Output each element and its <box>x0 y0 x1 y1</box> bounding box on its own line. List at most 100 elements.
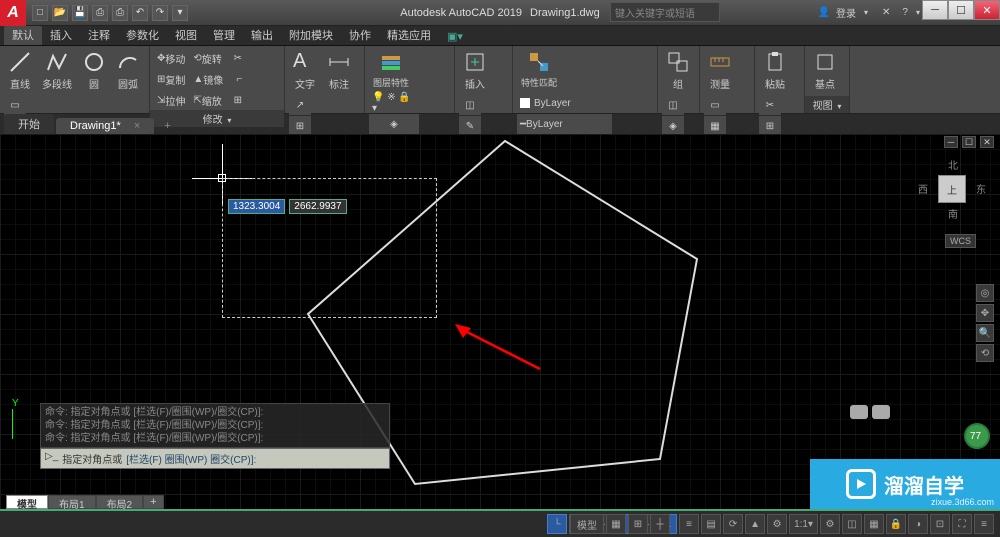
cut-icon[interactable]: ✂ <box>759 95 781 115</box>
sb-infer-icon[interactable]: ┼ <box>650 514 670 534</box>
move-button[interactable]: ✥ 移动 <box>154 48 188 68</box>
fillet-button[interactable]: ⌐ <box>228 69 250 89</box>
layout-add-icon[interactable]: + <box>143 495 163 509</box>
arc-button[interactable]: 圆弧 <box>112 48 144 93</box>
sb-custom-icon[interactable]: ≡ <box>974 514 994 534</box>
sb-qp-icon[interactable]: ▦ <box>864 514 884 534</box>
minimize-button[interactable]: ─ <box>922 0 948 20</box>
tab-addins[interactable]: 附加模块 <box>281 25 341 45</box>
viewcube-e[interactable]: 东 <box>976 181 986 196</box>
tab-parametric[interactable]: 参数化 <box>118 25 167 45</box>
groupedit-icon[interactable]: ◈ <box>662 116 684 136</box>
tab-output[interactable]: 输出 <box>243 25 281 45</box>
sb-lock-icon[interactable]: 🔒 <box>886 514 906 534</box>
sb-clean-icon[interactable]: ⛶ <box>952 514 972 534</box>
sb-units-icon[interactable]: ◫ <box>842 514 862 534</box>
qat-saveas-icon[interactable]: ⎙ <box>92 5 108 21</box>
layer-dd1[interactable]: 💡 ※ 🔒 ▾ <box>369 93 419 113</box>
tab-annotate[interactable]: 注释 <box>80 25 118 45</box>
qat-undo-icon[interactable]: ↶ <box>132 5 148 21</box>
edit-block-icon[interactable]: ✎ <box>459 116 481 136</box>
lw-dd[interactable]: ━ ByLayer <box>517 114 612 134</box>
tab-drawing1[interactable]: Drawing1* × <box>56 118 154 134</box>
copy-button[interactable]: ⊞ 复制 <box>154 69 188 89</box>
stretch-button[interactable]: ⇲ 拉伸 <box>154 90 188 110</box>
insert-button[interactable]: 插入 <box>459 48 491 93</box>
exchange-icon[interactable]: ✕ <box>882 7 890 18</box>
color-dd[interactable]: ByLayer <box>517 93 612 113</box>
layer-iso-icon[interactable]: ◈ <box>369 114 419 134</box>
sb-annoscale-icon[interactable]: 1:1▾ <box>789 514 818 534</box>
rotate-button[interactable]: ⟲ 旋转 <box>190 48 224 68</box>
viewcube-s[interactable]: 南 <box>948 206 958 221</box>
tab-insert[interactable]: 插入 <box>42 25 80 45</box>
help-icon[interactable]: ? <box>902 7 908 18</box>
qat-save-icon[interactable]: 💾 <box>72 5 88 21</box>
line-button[interactable]: 直线 <box>4 48 36 93</box>
ungroup-icon[interactable]: ◫ <box>662 95 684 115</box>
wcs-badge[interactable]: WCS <box>945 234 976 248</box>
tab-view[interactable]: 视图 <box>167 25 205 45</box>
tab-manage[interactable]: 管理 <box>205 25 243 45</box>
search-input[interactable]: 键入关键字或短语 <box>610 2 720 22</box>
polyline-button[interactable]: 多段线 <box>38 48 76 93</box>
sb-annomon-icon[interactable]: ▲ <box>745 514 765 534</box>
text-button[interactable]: A文字 <box>289 48 321 93</box>
dim-button[interactable]: 标注 <box>323 48 355 93</box>
sb-annoauto-icon[interactable]: ⚙ <box>767 514 787 534</box>
group-button[interactable]: 组 <box>662 48 694 93</box>
tab-start[interactable]: 开始 <box>4 114 54 134</box>
nav-zoom-icon[interactable]: 🔍 <box>976 324 994 342</box>
sb-model-button[interactable]: 模型 <box>570 514 604 534</box>
viewcube-w[interactable]: 西 <box>918 181 928 196</box>
viewcube-n[interactable]: 北 <box>948 157 958 172</box>
trim-button[interactable]: ✂ <box>227 48 249 68</box>
matchprops-button[interactable]: 特性匹配 <box>517 48 561 91</box>
command-input[interactable]: ▷_ 指定对角点或 [栏选(F) 圈围(WP) 圈交(CP)]: <box>40 448 390 469</box>
drawing-canvas[interactable]: ─ ☐ ✕ 1323.3004 2662.9937 北 南 西 东 上 WCS … <box>0 134 1000 509</box>
qat-plot-icon[interactable]: ⎙ <box>112 5 128 21</box>
viewcube-top[interactable]: 上 <box>938 175 966 203</box>
nav-orbit-icon[interactable]: ⟲ <box>976 344 994 362</box>
app-logo[interactable]: A <box>0 0 26 26</box>
sb-isolate-icon[interactable]: ◑ <box>908 514 928 534</box>
sb-ortho-icon[interactable]: └ <box>547 514 567 534</box>
leader-icon[interactable]: ↗ <box>289 95 311 115</box>
copy-clip-icon[interactable]: ⊞ <box>759 116 781 136</box>
layout-1[interactable]: 布局1 <box>48 495 96 509</box>
nav-pan-icon[interactable]: ✥ <box>976 304 994 322</box>
paste-button[interactable]: 粘贴 <box>759 48 791 93</box>
maximize-button[interactable]: ☐ <box>948 0 974 20</box>
array-button[interactable]: ⊞ <box>227 90 249 110</box>
add-tab-icon[interactable]: + <box>156 118 178 134</box>
calc-icon[interactable]: ▦ <box>704 116 726 136</box>
rect-icon[interactable]: ▭ <box>4 95 26 115</box>
qat-redo-icon[interactable]: ↷ <box>152 5 168 21</box>
layout-2[interactable]: 布局2 <box>96 495 144 509</box>
command-window[interactable]: 命令: 指定对角点或 [栏选(F)/圈围(WP)/圈交(CP)]: 命令: 指定… <box>40 403 390 469</box>
sb-transp-icon[interactable]: ▤ <box>701 514 721 534</box>
scale-button[interactable]: ⇱ 缩放 <box>190 90 224 110</box>
sb-hw-icon[interactable]: ⊡ <box>930 514 950 534</box>
sb-grid-icon[interactable]: ▦ <box>606 514 626 534</box>
qat-new-icon[interactable]: □ <box>32 5 48 21</box>
measure-button[interactable]: 测量 <box>704 48 736 93</box>
sb-snap-icon[interactable]: ⊞ <box>628 514 648 534</box>
login-link[interactable]: 登录 <box>836 5 856 20</box>
tab-expand-icon[interactable]: ▣▾ <box>439 28 471 45</box>
layerprops-button[interactable]: 图层特性 <box>369 48 413 91</box>
circle-button[interactable]: 圆 <box>78 48 110 93</box>
sb-cycle-icon[interactable]: ⟳ <box>723 514 743 534</box>
tab-default[interactable]: 默认 <box>4 25 42 45</box>
tab-collab[interactable]: 协作 <box>341 25 379 45</box>
qat-dropdown-icon[interactable]: ▾ <box>172 5 188 21</box>
viewcube[interactable]: 北 南 西 东 上 <box>922 159 982 219</box>
base-button[interactable]: 基点 <box>809 48 841 93</box>
nav-wheel-icon[interactable]: ◎ <box>976 284 994 302</box>
table-icon[interactable]: ⊞ <box>289 116 311 136</box>
close-button[interactable]: ✕ <box>974 0 1000 20</box>
qat-open-icon[interactable]: 📂 <box>52 5 68 21</box>
create-block-icon[interactable]: ◫ <box>459 95 481 115</box>
sb-ws-icon[interactable]: ⚙ <box>820 514 840 534</box>
user-icon[interactable]: 👤 <box>818 7 830 18</box>
